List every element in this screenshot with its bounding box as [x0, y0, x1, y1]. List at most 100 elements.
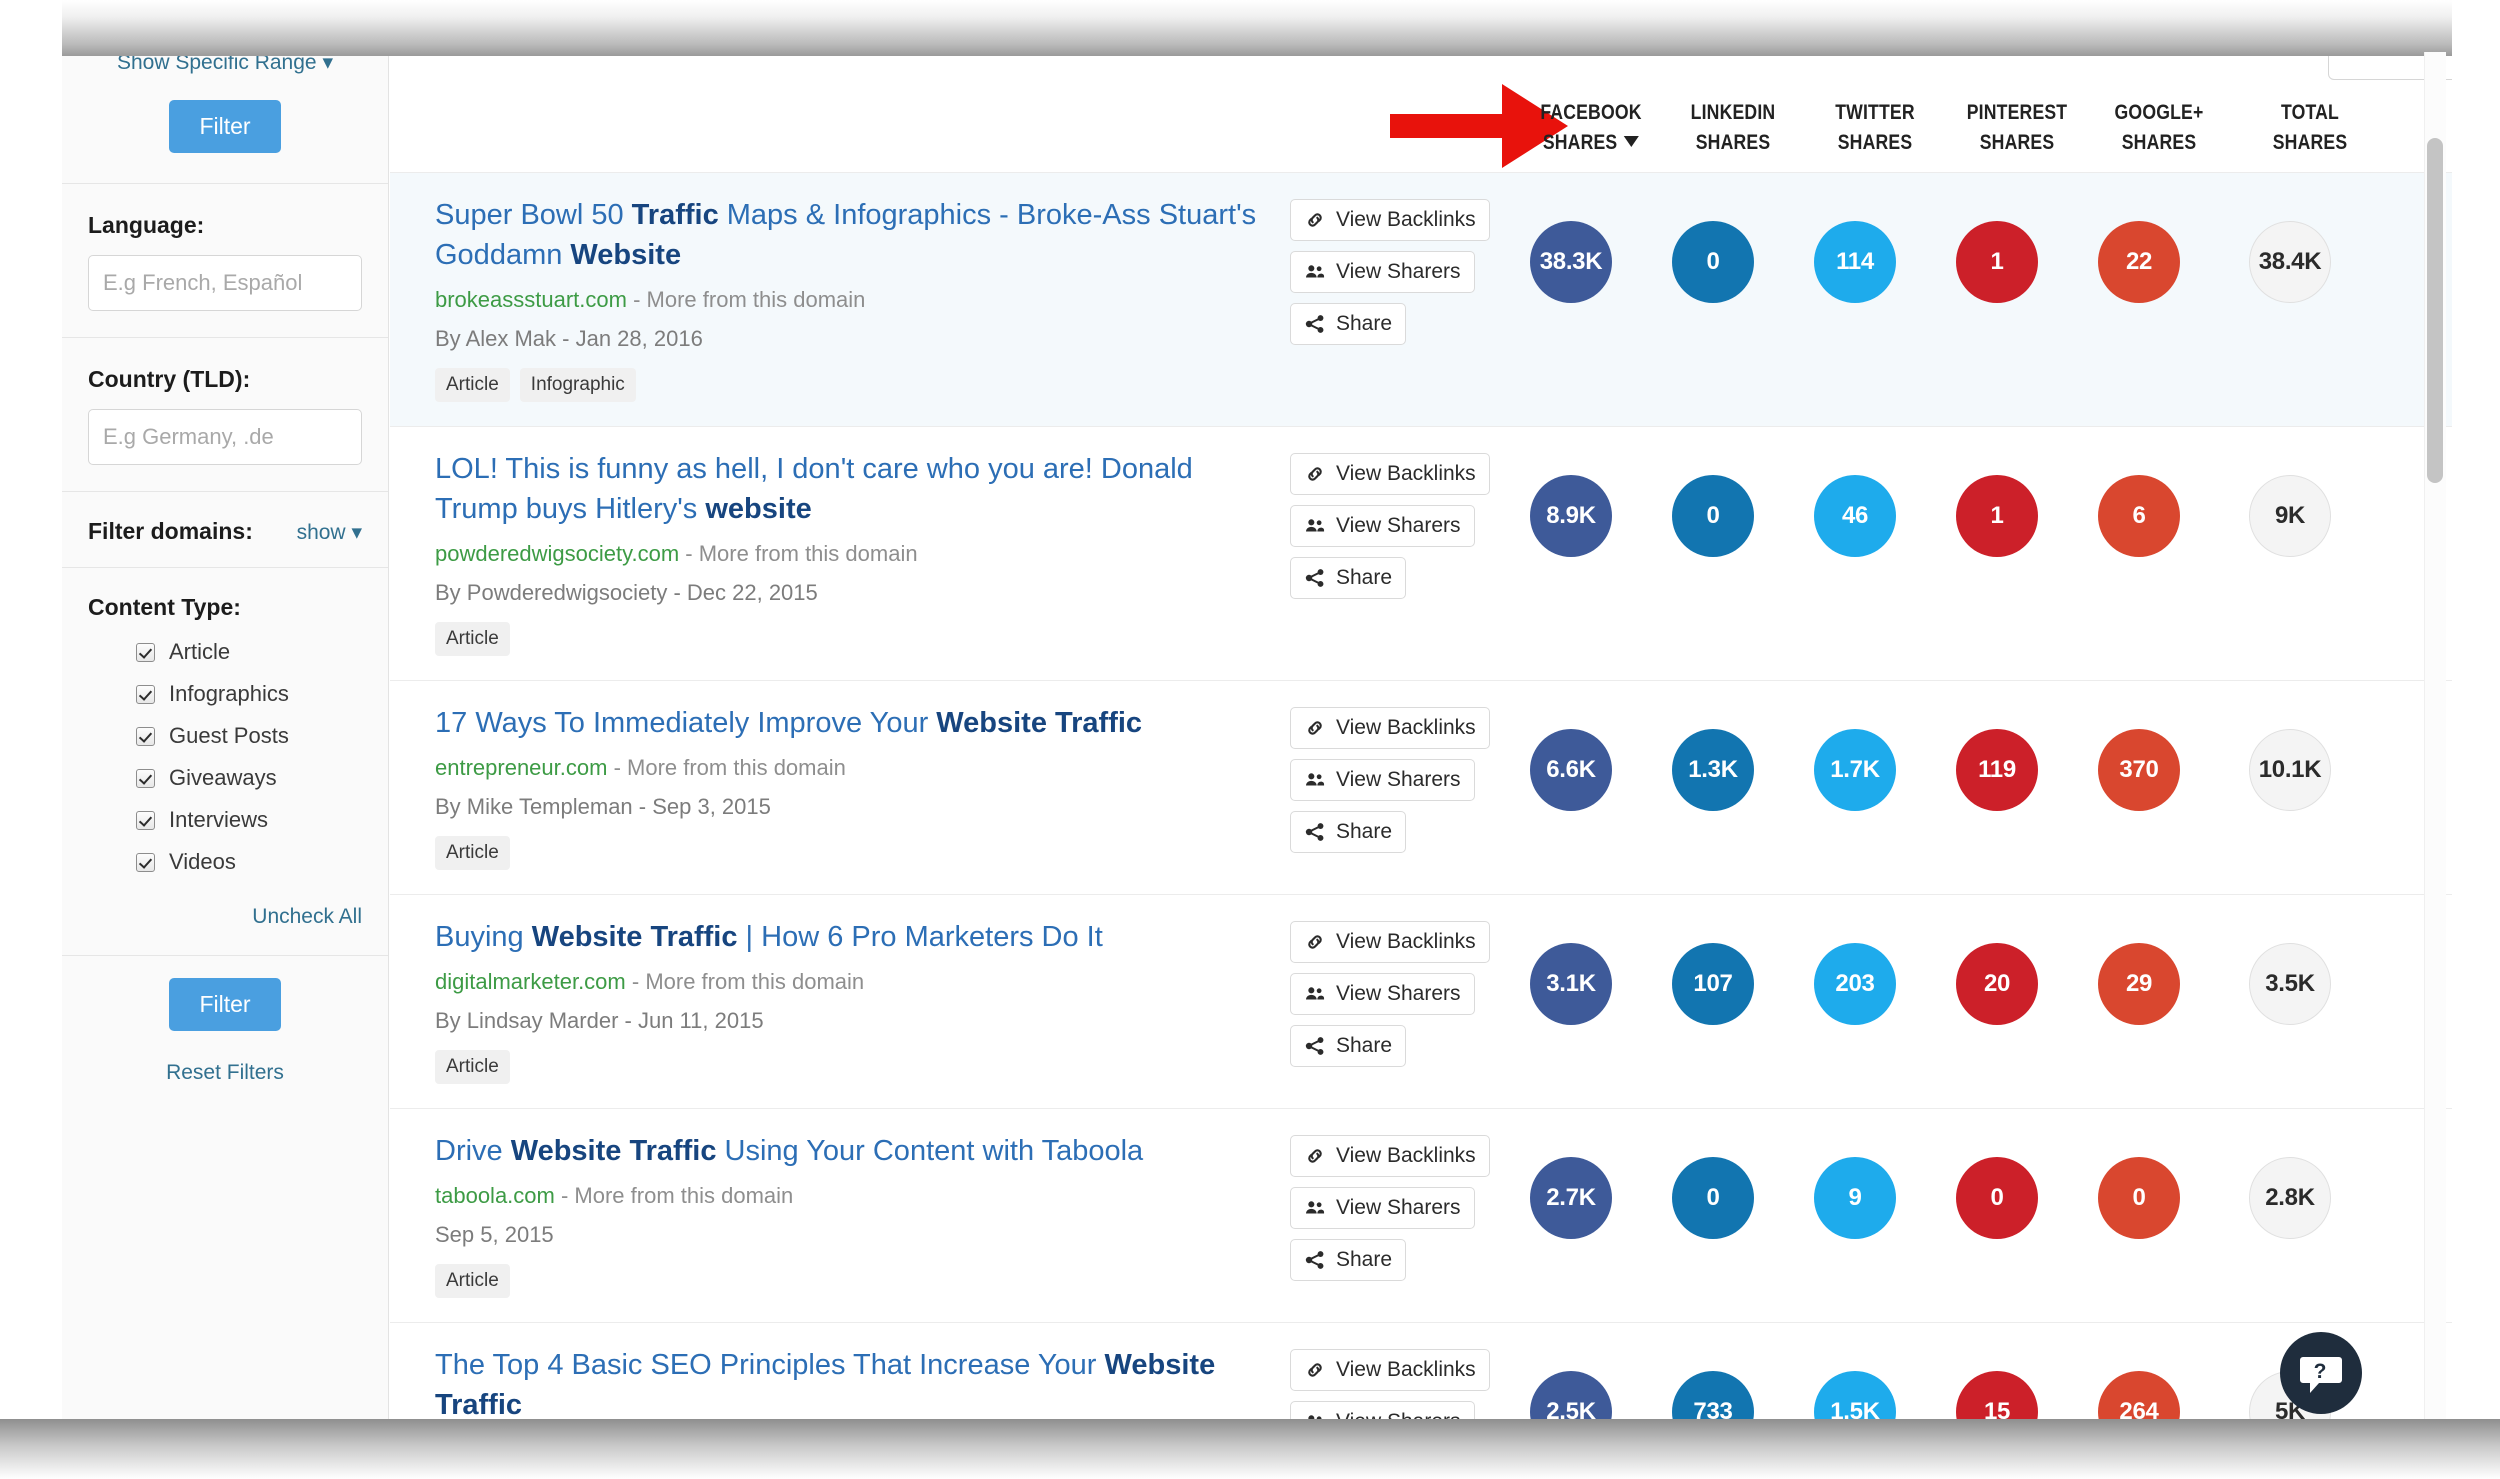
- facebook-shares-count-cell: 8.9K: [1500, 475, 1642, 557]
- result-domain-link[interactable]: brokeassstuart.com: [435, 287, 627, 312]
- filter-domains-show-label: show: [296, 521, 346, 544]
- link-icon: [1308, 1149, 1322, 1163]
- users-icon: [1306, 265, 1325, 278]
- more-from-domain-link[interactable]: - More from this domain: [685, 541, 917, 566]
- view-backlinks-button[interactable]: View Backlinks: [1290, 199, 1490, 241]
- content-type-item[interactable]: Videos: [88, 841, 362, 883]
- view-sharers-button[interactable]: View Sharers: [1290, 973, 1475, 1015]
- result-domain-line: taboola.com - More from this domain: [435, 1180, 1270, 1212]
- result-info: Super Bowl 50 Traffic Maps & Infographic…: [390, 195, 1290, 402]
- checkbox-checked-icon[interactable]: [136, 684, 155, 704]
- view-backlinks-button[interactable]: View Backlinks: [1290, 1349, 1490, 1391]
- result-info: Buying Website Traffic | How 6 Pro Marke…: [390, 917, 1290, 1084]
- column-header[interactable]: GOOGLE+ SHARES: [2099, 98, 2218, 158]
- view-backlinks-button[interactable]: View Backlinks: [1290, 1135, 1490, 1177]
- more-from-domain-link[interactable]: - More from this domain: [561, 1183, 793, 1208]
- googleplus-shares-count: 370: [2098, 729, 2180, 811]
- column-header-line1: TWITTER: [1835, 101, 1915, 124]
- content-type-item[interactable]: Infographics: [88, 673, 362, 715]
- uncheck-all-link[interactable]: Uncheck All: [88, 883, 362, 955]
- total-shares-count: 2.8K: [2249, 1157, 2331, 1239]
- twitter-shares-count: 1.7K: [1814, 729, 1896, 811]
- country-input[interactable]: [88, 409, 362, 465]
- result-title-link[interactable]: Drive Website Traffic Using Your Content…: [435, 1131, 1270, 1171]
- facebook-shares-count: 6.6K: [1530, 729, 1612, 811]
- result-domain-link[interactable]: taboola.com: [435, 1183, 555, 1208]
- content-type-tag: Article: [435, 368, 510, 402]
- help-button[interactable]: ?: [2280, 1332, 2362, 1414]
- result-title-link[interactable]: The Top 4 Basic SEO Principles That Incr…: [435, 1345, 1270, 1425]
- column-header[interactable]: FACEBOOK SHARES: [1531, 98, 1650, 158]
- pinterest-shares-count: 119: [1956, 729, 2038, 811]
- total-shares-count-cell: 38.4K: [2210, 221, 2370, 303]
- view-sharers-button[interactable]: View Sharers: [1290, 505, 1475, 547]
- content-type-tag: Article: [435, 836, 510, 870]
- result-title-text: The Top 4 Basic SEO Principles That Incr…: [435, 1349, 1105, 1381]
- svg-text:?: ?: [2314, 1360, 2327, 1383]
- content-type-item[interactable]: Guest Posts: [88, 715, 362, 757]
- result-domain-link[interactable]: digitalmarketer.com: [435, 969, 626, 994]
- filter-button-top[interactable]: Filter: [169, 100, 281, 153]
- reset-filters-link[interactable]: Reset Filters: [62, 1061, 388, 1111]
- more-from-domain-link[interactable]: - More from this domain: [633, 287, 865, 312]
- page-right-margin: [2452, 0, 2500, 1479]
- twitter-shares-count-cell: 203: [1784, 943, 1926, 1025]
- checkbox-checked-icon[interactable]: [136, 852, 155, 872]
- page-left-margin: [0, 0, 62, 1479]
- share-button[interactable]: Share: [1290, 811, 1407, 853]
- result-domain-link[interactable]: entrepreneur.com: [435, 755, 607, 780]
- checkbox-checked-icon[interactable]: [136, 768, 155, 788]
- filter-button-bottom[interactable]: Filter: [169, 978, 281, 1031]
- twitter-shares-count-cell: 46: [1784, 475, 1926, 557]
- sort-descending-icon[interactable]: [1624, 136, 1640, 147]
- twitter-shares-count: 46: [1814, 475, 1896, 557]
- result-tags: Article Infographic: [435, 368, 1270, 402]
- share-button[interactable]: Share: [1290, 303, 1407, 345]
- content-type-item[interactable]: Interviews: [88, 799, 362, 841]
- view-backlinks-button[interactable]: View Backlinks: [1290, 453, 1490, 495]
- view-backlinks-button[interactable]: View Backlinks: [1290, 707, 1490, 749]
- filter-domains-show-toggle[interactable]: show ▾: [297, 520, 362, 545]
- view-sharers-button-label: View Sharers: [1336, 982, 1461, 1005]
- share-button[interactable]: Share: [1290, 1239, 1407, 1281]
- result-title-keyword: Website Traffic: [531, 921, 738, 953]
- checkbox-checked-icon[interactable]: [136, 642, 155, 662]
- twitter-shares-count: 203: [1814, 943, 1896, 1025]
- result-title-link[interactable]: Super Bowl 50 Traffic Maps & Infographic…: [435, 195, 1270, 275]
- result-title-link[interactable]: Buying Website Traffic | How 6 Pro Marke…: [435, 917, 1270, 957]
- language-input[interactable]: [88, 255, 362, 311]
- result-title-link[interactable]: LOL! This is funny as hell, I don't care…: [435, 449, 1270, 529]
- scrollbar-thumb[interactable]: [2427, 138, 2443, 483]
- filter-domains-section: Filter domains: show ▾: [62, 492, 388, 568]
- share-icon: [1305, 1037, 1324, 1055]
- more-from-domain-link[interactable]: - More from this domain: [632, 969, 864, 994]
- result-title-text: 17 Ways To Immediately Improve Your: [435, 707, 937, 739]
- column-header[interactable]: TWITTER SHARES: [1815, 98, 1934, 158]
- content-type-tag: Infographic: [519, 368, 636, 402]
- view-backlinks-button[interactable]: View Backlinks: [1290, 921, 1490, 963]
- pinterest-shares-count-cell: 1: [1926, 475, 2068, 557]
- column-header[interactable]: LINKEDIN SHARES: [1673, 98, 1792, 158]
- column-headers: FACEBOOK SHARES LINKEDIN SHARES TWITTER SHARE…: [1520, 98, 2390, 158]
- view-sharers-button-label: View Sharers: [1336, 260, 1461, 283]
- result-byline: By Powderedwigsociety - Dec 22, 2015: [435, 580, 818, 605]
- more-from-domain-link[interactable]: - More from this domain: [614, 755, 846, 780]
- view-sharers-button[interactable]: View Sharers: [1290, 759, 1475, 801]
- checkbox-checked-icon[interactable]: [136, 726, 155, 746]
- view-sharers-button[interactable]: View Sharers: [1290, 251, 1475, 293]
- range-section: Show Specific Range ▾ Filter: [62, 52, 388, 184]
- share-button[interactable]: Share: [1290, 1025, 1407, 1067]
- result-title-link[interactable]: 17 Ways To Immediately Improve Your Webs…: [435, 703, 1270, 743]
- column-header[interactable]: TOTAL SHARES: [2243, 98, 2377, 158]
- content-type-item-label: Videos: [169, 849, 236, 874]
- content-type-item[interactable]: Giveaways: [88, 757, 362, 799]
- checkbox-checked-icon[interactable]: [136, 810, 155, 830]
- googleplus-shares-count: 22: [2098, 221, 2180, 303]
- share-button[interactable]: Share: [1290, 557, 1407, 599]
- pinterest-shares-count: 20: [1956, 943, 2038, 1025]
- result-domain-link[interactable]: powderedwigsociety.com: [435, 541, 679, 566]
- view-sharers-button[interactable]: View Sharers: [1290, 1187, 1475, 1229]
- linkedin-shares-count: 107: [1672, 943, 1754, 1025]
- column-header[interactable]: PINTEREST SHARES: [1957, 98, 2076, 158]
- content-type-item[interactable]: Article: [88, 631, 362, 673]
